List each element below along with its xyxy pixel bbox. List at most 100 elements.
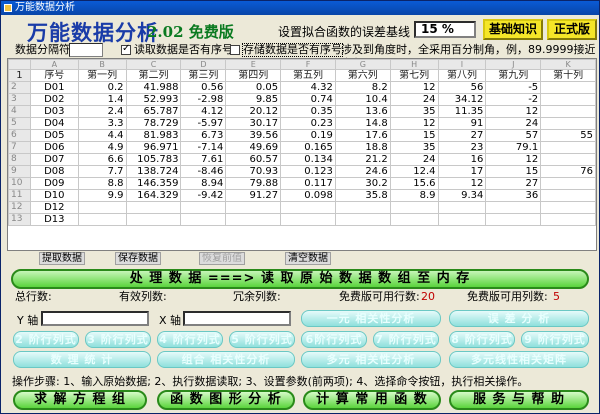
column-header[interactable]: 第七列 <box>389 69 439 82</box>
common-functions-button[interactable]: 计 算 常 用 函 数 <box>303 390 441 410</box>
determinant-3-button[interactable]: 3 阶行列式 <box>85 331 151 348</box>
error-baseline-input[interactable]: 15 % <box>414 21 476 38</box>
process-data-button[interactable]: 处 理 数 据 ===> 读 取 原 始 数 据 数 组 至 内 存 <box>11 269 589 289</box>
grid-cell[interactable]: 78.729 <box>125 117 182 130</box>
determinant-6-button[interactable]: 6阶行列式 <box>301 331 367 348</box>
grid-cell[interactable]: 0.134 <box>280 153 336 166</box>
column-header[interactable]: 第五列 <box>280 69 336 82</box>
grid-cell[interactable]: 81.983 <box>125 129 182 142</box>
grid-cell[interactable]: 0.165 <box>280 141 336 154</box>
grid-cell[interactable]: 96.971 <box>125 141 182 154</box>
grid-cell[interactable]: 10.4 <box>334 93 391 106</box>
grid-cell[interactable]: 4.12 <box>180 105 227 118</box>
grid-cell[interactable] <box>77 201 127 214</box>
statistics-button[interactable]: 数 理 统 计 <box>13 351 151 368</box>
grid-cell[interactable]: 35.8 <box>334 189 391 202</box>
grid-cell[interactable]: 39.56 <box>225 129 282 142</box>
combo-correlation-button[interactable]: 组合 相关性分析 <box>157 351 295 368</box>
grid-cell[interactable]: 0.56 <box>180 81 227 94</box>
grid-cell[interactable]: 55 <box>540 129 596 142</box>
column-header[interactable]: 第二列 <box>125 69 182 82</box>
grid-cell[interactable]: 15 <box>485 165 542 178</box>
fetch-data-button[interactable]: 提取数据 <box>39 252 85 265</box>
grid-cell[interactable]: 12.4 <box>389 165 439 178</box>
grid-cell[interactable]: -2.98 <box>180 93 227 106</box>
column-header[interactable]: 第八列 <box>437 69 487 82</box>
grid-cell[interactable]: 0.35 <box>280 105 336 118</box>
grid-cell[interactable]: 8.94 <box>180 177 227 190</box>
column-header[interactable]: 序号 <box>29 69 79 82</box>
column-header[interactable]: 第九列 <box>485 69 542 82</box>
grid-cell[interactable]: 27 <box>437 129 487 142</box>
grid-cell[interactable]: 9.85 <box>225 93 282 106</box>
determinant-8-button[interactable]: 8 阶行列式 <box>449 331 515 348</box>
grid-cell[interactable] <box>540 201 596 214</box>
grid-cell[interactable]: 9.34 <box>437 189 487 202</box>
grid-cell[interactable]: 1.4 <box>77 93 127 106</box>
column-header[interactable]: 第六列 <box>334 69 391 82</box>
grid-cell[interactable]: 0.23 <box>280 117 336 130</box>
grid-cell[interactable]: 0.05 <box>225 81 282 94</box>
restore-data-button[interactable]: 恢复前值 <box>199 252 245 265</box>
determinant-2-button[interactable]: 2 阶行列式 <box>13 331 79 348</box>
y-axis-input[interactable] <box>41 311 149 326</box>
grid-cell[interactable]: 6.6 <box>77 153 127 166</box>
read-serial-checkbox[interactable] <box>121 43 131 55</box>
grid-cell[interactable]: 24 <box>389 93 439 106</box>
grid-cell[interactable]: 6.73 <box>180 129 227 142</box>
grid-cell[interactable]: D07 <box>29 153 79 166</box>
grid-cell[interactable]: 0.2 <box>77 81 127 94</box>
grid-cell[interactable]: D03 <box>29 105 79 118</box>
grid-cell[interactable] <box>540 153 596 166</box>
determinant-5-button[interactable]: 5 阶行列式 <box>229 331 295 348</box>
grid-cell[interactable]: 21.2 <box>334 153 391 166</box>
grid-cell[interactable]: 8.9 <box>389 189 439 202</box>
grid-cell[interactable] <box>437 201 487 214</box>
grid-cell[interactable]: D12 <box>29 201 79 214</box>
grid-cell[interactable]: 23 <box>437 141 487 154</box>
grid-cell[interactable]: 70.93 <box>225 165 282 178</box>
grid-cell[interactable]: -9.42 <box>180 189 227 202</box>
grid-cell[interactable]: 9.9 <box>77 189 127 202</box>
grid-cell[interactable]: 0.098 <box>280 189 336 202</box>
grid-cell[interactable]: 17 <box>437 165 487 178</box>
grid-cell[interactable]: 79.88 <box>225 177 282 190</box>
grid-cell[interactable]: 34.12 <box>437 93 487 106</box>
grid-cell[interactable]: 15.6 <box>389 177 439 190</box>
grid-cell[interactable]: 4.32 <box>280 81 336 94</box>
grid-cell[interactable] <box>540 93 596 106</box>
grid-cell[interactable] <box>540 141 596 154</box>
grid-cell[interactable]: 4.4 <box>77 129 127 142</box>
pro-version-button[interactable]: 正式版 <box>547 19 597 40</box>
grid-cell[interactable]: 76 <box>540 165 596 178</box>
grid-cell[interactable]: 20.12 <box>225 105 282 118</box>
grid-cell[interactable] <box>280 201 336 214</box>
grid-cell[interactable]: 91 <box>437 117 487 130</box>
grid-cell[interactable]: 7.61 <box>180 153 227 166</box>
grid-cell[interactable] <box>180 213 227 226</box>
grid-cell[interactable]: D01 <box>29 81 79 94</box>
grid-cell[interactable]: 3.3 <box>77 117 127 130</box>
grid-cell[interactable]: 164.329 <box>125 189 182 202</box>
determinant-4-button[interactable]: 4 阶行列式 <box>157 331 223 348</box>
grid-cell[interactable]: 15 <box>389 129 439 142</box>
grid-cell[interactable]: 12 <box>437 177 487 190</box>
unary-correlation-button[interactable]: 一元 相关性分析 <box>301 310 441 327</box>
grid-cell[interactable]: 13.6 <box>334 105 391 118</box>
grid-cell[interactable]: 12 <box>485 153 542 166</box>
grid-cell[interactable]: 7.7 <box>77 165 127 178</box>
grid-cell[interactable]: 4.9 <box>77 141 127 154</box>
column-header[interactable]: 第四列 <box>225 69 282 82</box>
grid-cell[interactable] <box>334 201 391 214</box>
clear-data-button[interactable]: 清空数据 <box>285 252 331 265</box>
grid-cell[interactable]: 24.6 <box>334 165 391 178</box>
save-data-button[interactable]: 保存数据 <box>115 252 161 265</box>
grid-cell[interactable]: -5 <box>485 81 542 94</box>
title-bar[interactable]: 万能数据分析 <box>1 1 599 15</box>
grid-cell[interactable]: 41.988 <box>125 81 182 94</box>
column-header[interactable]: 第十列 <box>540 69 596 82</box>
function-plot-button[interactable]: 函 数 图 形 分 析 <box>157 390 295 410</box>
solve-equations-button[interactable]: 求 解 方 程 组 <box>13 390 147 410</box>
grid-cell[interactable]: -8.46 <box>180 165 227 178</box>
grid-cell[interactable]: D04 <box>29 117 79 130</box>
